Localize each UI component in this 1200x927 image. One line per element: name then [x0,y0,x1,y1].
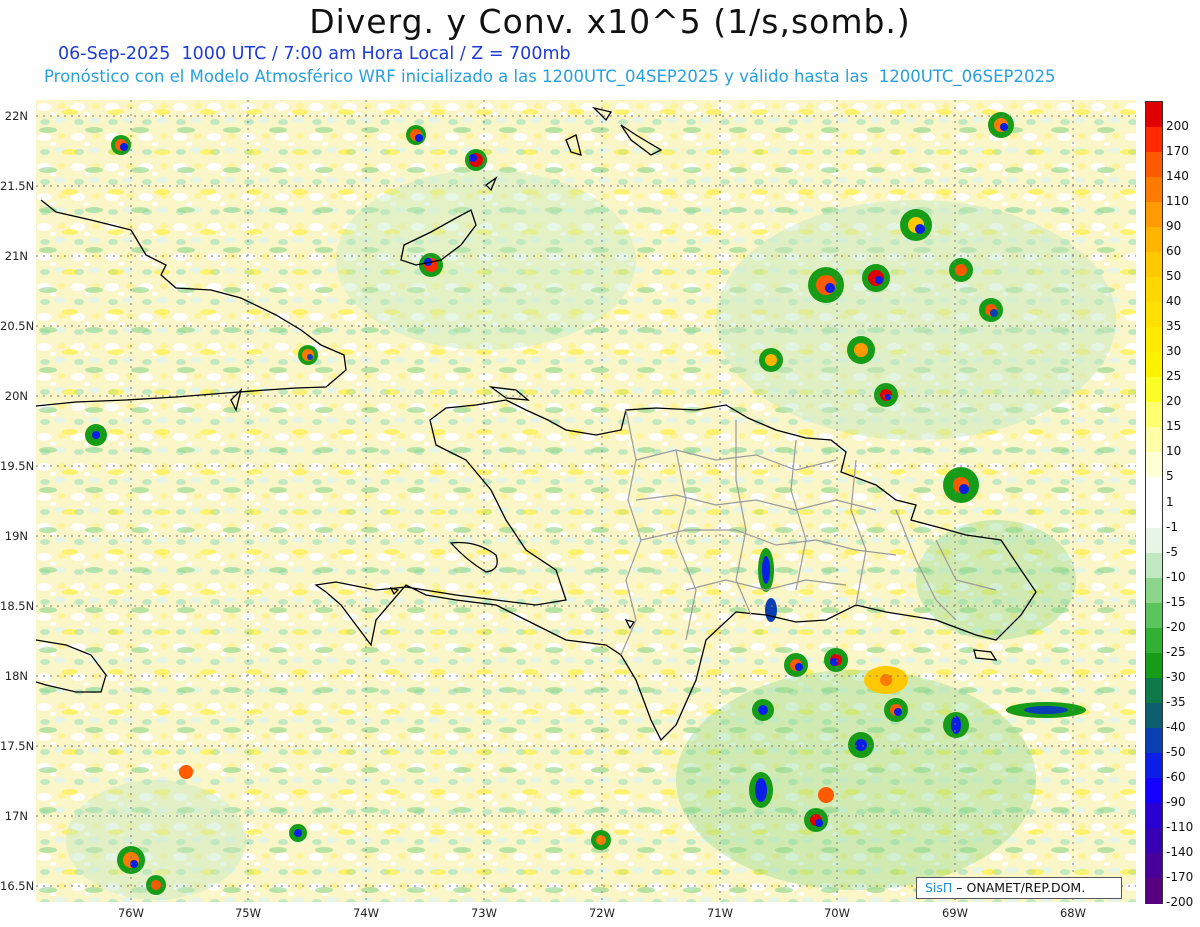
colorbar-label: 1 [1166,494,1174,509]
colorbar-label: -60 [1166,769,1186,784]
forecast-map [36,100,1136,902]
colorbar-label: 60 [1166,244,1182,259]
colorbar-label: -90 [1166,794,1186,809]
colorbar-segment [1146,627,1162,654]
lat-label: 22N [4,109,28,123]
lat-label: 19N [4,529,28,543]
sispi-logo: SisΠ [925,880,953,895]
lon-label: 73W [470,906,497,920]
colorbar-segment [1146,777,1162,804]
colorbar-segment [1146,827,1162,854]
colorbar-label: 110 [1166,194,1189,209]
colorbar-segment [1146,352,1162,378]
colorbar-label: 140 [1166,169,1189,184]
lon-label: 69W [941,906,968,920]
colorbar-label: 40 [1166,294,1182,309]
colorbar-segment [1146,177,1162,203]
colorbar-label: -40 [1166,719,1186,734]
colorbar-label: 15 [1166,419,1182,434]
colorbar [1145,101,1163,904]
lat-label: 19.5N [0,459,35,473]
colorbar-segment [1146,252,1162,278]
colorbar-segment [1146,877,1162,904]
colorbar-segment [1146,477,1162,503]
colorbar-label: -20 [1166,619,1186,634]
lat-label: 18N [4,669,28,683]
colorbar-label: -1 [1166,519,1178,534]
colorbar-segment [1146,577,1162,604]
lat-label: 16.5N [0,879,35,893]
lat-label: 17.5N [0,739,35,753]
lat-label: 21N [4,249,28,263]
colorbar-label: -15 [1166,594,1186,609]
colorbar-label: -200 [1166,895,1194,909]
colorbar-segment [1146,452,1162,478]
colorbar-label: -10 [1166,569,1186,584]
colorbar-label: 25 [1166,369,1182,384]
colorbar-segment [1146,727,1162,754]
lat-label: 20.5N [0,319,35,333]
colorbar-label: -140 [1166,844,1194,859]
colorbar-segment [1146,202,1162,228]
colorbar-segment [1146,402,1162,428]
colorbar-label: -35 [1166,694,1186,709]
colorbar-label: 200 [1166,119,1189,134]
lat-label: 21.5N [0,179,35,193]
colorbar-label: -25 [1166,644,1186,659]
colorbar-label: 30 [1166,344,1182,359]
lon-label: 68W [1059,906,1086,920]
colorbar-label: 20 [1166,394,1182,409]
colorbar-label: 35 [1166,319,1182,334]
colorbar-segment [1146,527,1162,554]
lat-label: 17N [4,809,28,823]
colorbar-label: 90 [1166,219,1182,234]
colorbar-segment [1146,552,1162,579]
colorbar-segment [1146,152,1162,178]
colorbar-label: 170 [1166,144,1189,159]
colorbar-segment [1146,327,1162,353]
colorbar-segment [1146,377,1162,403]
map-canvas [36,100,1136,902]
colorbar-segment [1146,677,1162,704]
colorbar-segment [1146,127,1162,153]
credit-box: SisΠ – ONAMET/REP.DOM. [916,877,1122,899]
colorbar-label: -50 [1166,744,1186,759]
colorbar-segment [1146,802,1162,829]
colorbar-segment [1146,502,1162,529]
lon-label: 71W [706,906,733,920]
colorbar-segment [1146,752,1162,779]
colorbar-segment [1146,227,1162,253]
lon-label: 76W [117,906,144,920]
colorbar-segment [1146,277,1162,303]
colorbar-label: -30 [1166,669,1186,684]
lat-label: 20N [4,389,28,403]
colorbar-segment [1146,602,1162,629]
valid-time-subtitle: 06-Sep-2025 1000 UTC / 7:00 am Hora Loca… [58,44,571,64]
lon-label: 72W [588,906,615,920]
colorbar-label: 5 [1166,469,1174,484]
lon-label: 74W [352,906,379,920]
colorbar-segment [1146,702,1162,729]
colorbar-label: 10 [1166,444,1182,459]
colorbar-label: -5 [1166,544,1178,559]
lon-label: 70W [823,906,850,920]
colorbar-label: 50 [1166,269,1182,284]
colorbar-segment [1146,102,1162,128]
lat-label: 18.5N [0,599,35,613]
model-info-line: Pronóstico con el Modelo Atmosférico WRF… [44,67,1056,86]
colorbar-segment [1146,302,1162,328]
lon-label: 75W [234,906,261,920]
credit-text: – ONAMET/REP.DOM. [952,880,1086,895]
colorbar-label: -110 [1166,819,1194,834]
colorbar-label: -170 [1166,869,1194,884]
colorbar-segment [1146,852,1162,879]
map-title: Diverg. y Conv. x10^5 (1/s,somb.) [309,2,911,41]
colorbar-segment [1146,652,1162,679]
colorbar-segment [1146,427,1162,453]
